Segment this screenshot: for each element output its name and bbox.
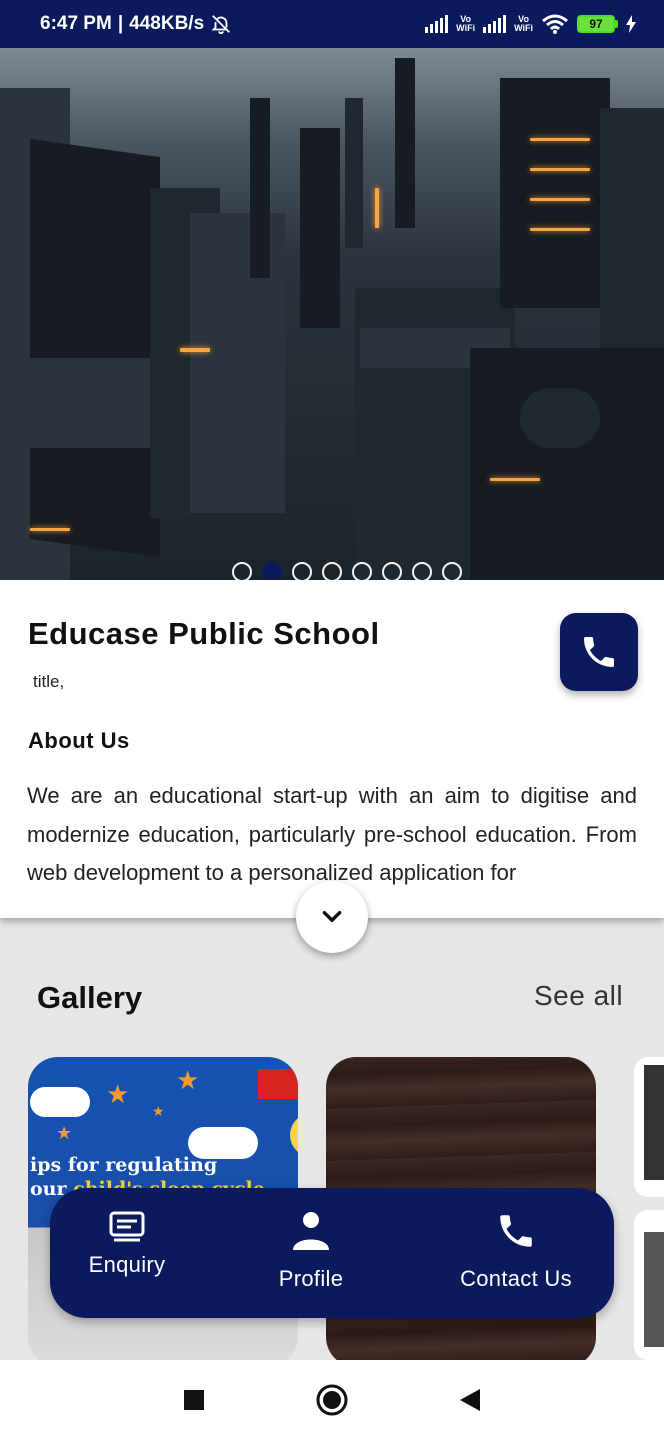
carousel-dot[interactable] [352, 562, 372, 580]
phone-icon [500, 1215, 532, 1247]
carousel-dot[interactable] [382, 562, 402, 580]
gallery-item[interactable] [634, 1057, 664, 1197]
signal-icon [425, 15, 449, 33]
battery-icon: 97 [577, 15, 618, 33]
person-icon [293, 1212, 329, 1250]
school-info-card: Educase Public School title, About Us We… [0, 580, 664, 918]
nav-enquiry[interactable]: Enquiry [86, 1210, 168, 1278]
carousel-dot[interactable] [292, 562, 312, 580]
status-bar: 6:47 PM | 448KB/s Vo WiFi Vo WiFi 97 [0, 0, 664, 48]
school-name: Educase Public School [28, 616, 380, 651]
nav-enquiry-label: Enquiry [88, 1252, 166, 1277]
document-icon [109, 1211, 145, 1242]
call-button[interactable] [560, 613, 638, 691]
carousel-dot[interactable] [322, 562, 342, 580]
chevron-down-icon [322, 910, 342, 922]
carousel-indicators[interactable] [232, 562, 462, 580]
network-speed: 448KB/s [129, 13, 205, 34]
see-all-link[interactable]: See all [534, 980, 623, 1012]
carousel-dot[interactable] [232, 562, 252, 580]
bell-off-icon [211, 15, 231, 35]
nav-contact-us[interactable]: Contact Us [454, 1210, 578, 1292]
bottom-navigation: Enquiry Profile Contact Us [50, 1188, 614, 1318]
vowifi-label-2: Vo WiFi [514, 14, 533, 33]
back-icon[interactable] [459, 1388, 481, 1412]
carousel-dot[interactable] [412, 562, 432, 580]
vowifi-label: Vo WiFi [456, 14, 476, 33]
about-us-text: We are an educational start-up with an a… [27, 783, 637, 885]
signal-icon-2 [483, 15, 507, 33]
nav-profile-label: Profile [278, 1266, 344, 1291]
about-us-heading: About Us [28, 728, 130, 753]
recent-apps-icon[interactable] [183, 1389, 205, 1411]
phone-icon [584, 637, 614, 667]
nav-contact-us-label: Contact Us [460, 1266, 572, 1291]
nav-profile[interactable]: Profile [276, 1210, 346, 1292]
brand-logo [258, 1069, 298, 1099]
hero-carousel[interactable] [0, 48, 664, 580]
home-icon[interactable] [315, 1383, 349, 1417]
wifi-icon [542, 14, 568, 34]
carousel-dot[interactable] [262, 562, 282, 580]
gallery-item[interactable] [634, 1210, 664, 1360]
school-subtitle: title, [33, 672, 65, 691]
charging-icon [626, 15, 636, 33]
system-navigation-bar [0, 1360, 664, 1440]
expand-button[interactable] [296, 881, 368, 953]
carousel-dot[interactable] [442, 562, 462, 580]
gallery-heading: Gallery [37, 980, 143, 1015]
status-time: 6:47 PM [40, 13, 112, 34]
